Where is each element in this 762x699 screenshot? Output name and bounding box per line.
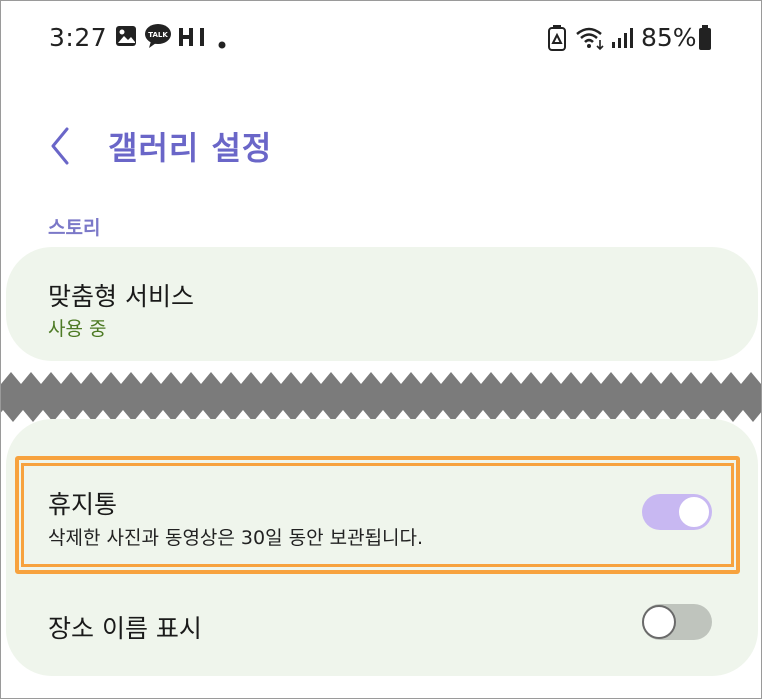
svg-text:TALK: TALK <box>148 31 168 39</box>
signal-icon <box>611 27 633 53</box>
battery-icon <box>698 25 712 55</box>
kakaotalk-icon: TALK <box>144 23 172 53</box>
chevron-left-icon <box>51 127 69 165</box>
item-subtitle: 사용 중 <box>48 318 107 340</box>
card-personalized-service[interactable]: 맞춤형 서비스 사용 중 <box>6 247 758 361</box>
battery-saver-icon <box>548 25 566 55</box>
item-title: 맞춤형 서비스 <box>48 282 194 311</box>
status-bar: 3:27 TALK 85% <box>1 1 761 77</box>
item-title: 장소 이름 표시 <box>48 614 202 643</box>
hi-app-icon <box>178 27 206 51</box>
page-title: 갤러리 설정 <box>108 129 273 167</box>
toggle-knob <box>642 605 676 639</box>
battery-percent: 85% <box>641 23 697 52</box>
notification-dot-icon <box>218 34 226 53</box>
status-time: 3:27 <box>49 23 108 52</box>
highlight-box-inner[interactable] <box>21 463 734 567</box>
section-label-story: 스토리 <box>48 217 101 239</box>
screen: 3:27 TALK 85% 갤러리 설정 스토리 맞춤형 서비스 사용 중 휴지… <box>0 0 762 699</box>
wifi-icon <box>575 25 605 55</box>
back-button[interactable] <box>45 126 75 166</box>
location-name-toggle[interactable] <box>642 604 712 640</box>
gallery-icon <box>115 25 137 51</box>
